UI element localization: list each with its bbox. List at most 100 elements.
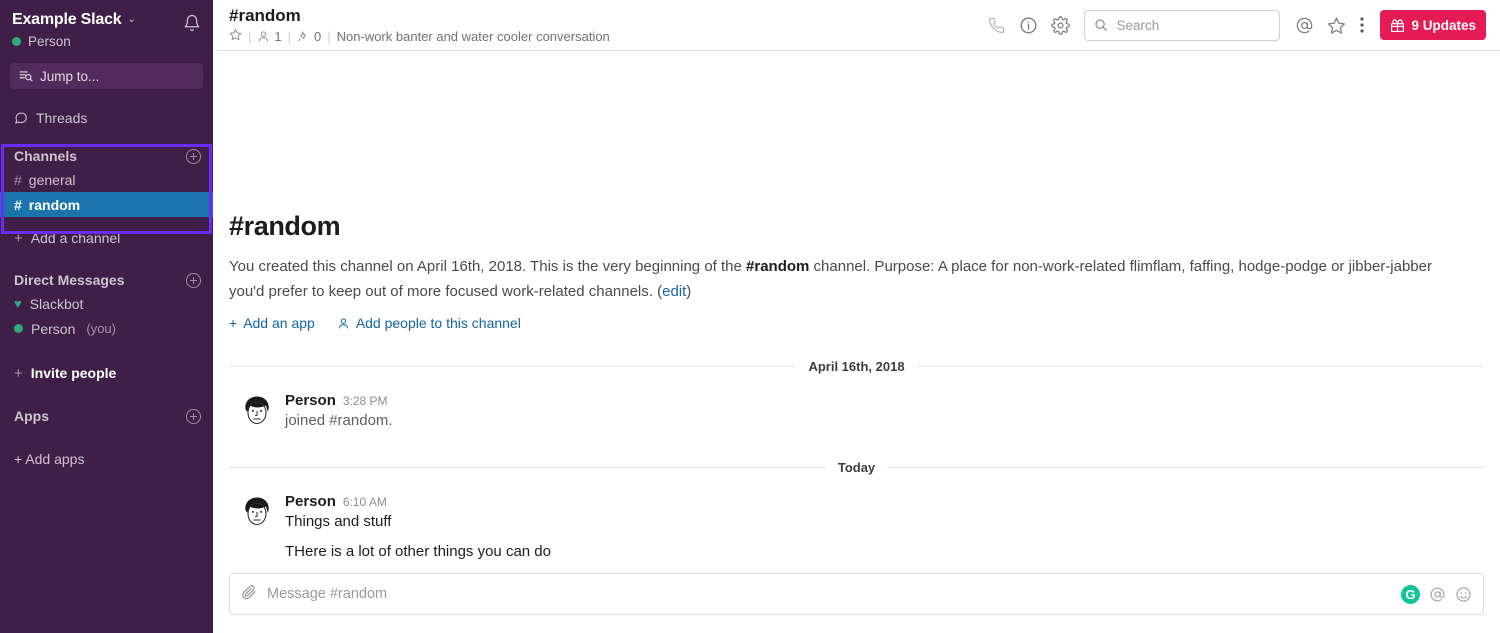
channel-topic[interactable]: Non-work banter and water cooler convers… bbox=[337, 29, 610, 44]
channel-intro-title: #random bbox=[229, 211, 341, 241]
message-row[interactable]: Person 3:28 PM joined #random. bbox=[229, 390, 1484, 432]
mentions-at-icon[interactable] bbox=[1288, 9, 1320, 41]
search-input[interactable]: Search bbox=[1084, 9, 1281, 41]
channel-intro: #random You created this channel on Apri… bbox=[229, 211, 1484, 331]
add-people-label: Add people to this channel bbox=[355, 315, 521, 331]
updates-button[interactable]: 9 Updates bbox=[1380, 10, 1486, 40]
date-divider-today: Today bbox=[229, 460, 1485, 475]
attachment-paperclip-icon[interactable] bbox=[241, 584, 257, 605]
dm-section-header[interactable]: Direct Messages bbox=[0, 269, 213, 291]
current-user-name: Person bbox=[28, 34, 71, 49]
main-content: #random | 1 | 0 | Non-work banter and wa… bbox=[213, 0, 1500, 633]
add-people-link[interactable]: Add people to this channel bbox=[337, 315, 521, 331]
add-channel-plus-icon[interactable] bbox=[186, 148, 201, 164]
chevron-down-icon[interactable]: ⌄ bbox=[127, 10, 135, 30]
call-phone-icon[interactable] bbox=[980, 9, 1012, 41]
channel-name: general bbox=[28, 171, 76, 188]
gear-settings-icon[interactable] bbox=[1044, 9, 1076, 41]
pin-count: 0 bbox=[314, 28, 322, 44]
date-divider-label: Today bbox=[837, 460, 876, 475]
message-composer[interactable]: Message #random G bbox=[229, 573, 1484, 615]
add-dm-plus-icon[interactable] bbox=[186, 272, 201, 288]
person-icon bbox=[259, 30, 269, 41]
apps-section: Apps + Add apps bbox=[0, 405, 213, 470]
threads-bubble-icon bbox=[14, 112, 27, 124]
header-separator: | bbox=[287, 28, 292, 44]
composer-area: Message #random G bbox=[213, 563, 1500, 633]
message-timestamp: 3:28 PM bbox=[342, 394, 388, 408]
channel-header: #random | 1 | 0 | Non-work banter and wa… bbox=[213, 0, 1500, 51]
more-options-kebab-icon[interactable] bbox=[1352, 9, 1372, 41]
slackbot-heart-icon: ♥ bbox=[14, 296, 22, 311]
dm-you-tag: (you) bbox=[86, 321, 116, 336]
direct-messages-section: Direct Messages ♥ Slackbot Person (you) bbox=[0, 269, 213, 341]
invite-people-label: Invite people bbox=[30, 365, 117, 381]
date-divider-label: April 16th, 2018 bbox=[808, 359, 905, 374]
notifications-bell-icon[interactable] bbox=[183, 14, 201, 37]
channel-header-title: #random bbox=[229, 6, 301, 25]
intro-text-3: ) bbox=[686, 283, 692, 300]
dm-name: Person bbox=[31, 320, 76, 337]
mention-at-icon[interactable] bbox=[1429, 586, 1446, 603]
workspace-header[interactable]: Example Slack ⌄ Person bbox=[0, 4, 213, 49]
plus-icon: + bbox=[229, 315, 238, 331]
message-text: joined #random. bbox=[285, 412, 393, 429]
avatar[interactable] bbox=[239, 392, 275, 428]
grammarly-icon[interactable]: G bbox=[1401, 584, 1420, 604]
jump-to-search[interactable]: Jump to... bbox=[10, 63, 203, 89]
sidebar-item-dm-slackbot[interactable]: ♥ Slackbot bbox=[0, 291, 213, 316]
plus-icon: + bbox=[14, 364, 23, 382]
apps-title: Apps bbox=[14, 408, 49, 424]
sidebar: Example Slack ⌄ Person Jump to... Thread… bbox=[0, 0, 213, 633]
emoji-icon[interactable] bbox=[1455, 586, 1472, 603]
channel-name: random bbox=[28, 196, 81, 213]
person-add-icon bbox=[338, 317, 348, 328]
avatar[interactable] bbox=[239, 493, 275, 529]
add-an-app-link[interactable]: + Add an app bbox=[229, 315, 315, 331]
pin-icon bbox=[297, 30, 307, 42]
sidebar-item-channel-random[interactable]: # random bbox=[0, 192, 213, 217]
message-author[interactable]: Person bbox=[285, 392, 336, 409]
plus-icon: + bbox=[14, 229, 23, 247]
apps-section-header[interactable]: Apps bbox=[0, 405, 213, 427]
message-list[interactable]: #random You created this channel on Apri… bbox=[213, 51, 1500, 563]
channels-section-header[interactable]: Channels bbox=[0, 145, 213, 167]
channel-info-icon[interactable] bbox=[1012, 9, 1044, 41]
intro-channel-mention[interactable]: #random bbox=[746, 258, 809, 275]
search-icon bbox=[1095, 19, 1108, 31]
hash-icon: # bbox=[14, 196, 22, 213]
divider-line bbox=[916, 366, 1485, 367]
workspace-name[interactable]: Example Slack bbox=[12, 10, 122, 30]
starred-items-icon[interactable] bbox=[1320, 9, 1352, 41]
updates-label: 9 Updates bbox=[1411, 17, 1476, 33]
pin-count-group[interactable]: 0 bbox=[297, 29, 321, 44]
add-a-channel-button[interactable]: + Add a channel bbox=[0, 227, 213, 249]
sidebar-item-channel-general[interactable]: # general bbox=[0, 167, 213, 192]
divider-line bbox=[229, 467, 826, 468]
channel-intro-body: You created this channel on April 16th, … bbox=[229, 254, 1441, 304]
invite-people-button[interactable]: + Invite people bbox=[0, 362, 213, 384]
add-an-app-label: Add an app bbox=[243, 315, 315, 331]
sidebar-item-threads[interactable]: Threads bbox=[0, 107, 213, 129]
hash-icon: # bbox=[14, 171, 22, 188]
member-count-group[interactable]: 1 bbox=[257, 28, 282, 44]
message-input-placeholder[interactable]: Message #random bbox=[267, 586, 387, 602]
divider-line bbox=[887, 467, 1485, 468]
channels-section: Channels # general # random + Add a chan… bbox=[0, 145, 213, 249]
member-count: 1 bbox=[274, 28, 282, 44]
message-row[interactable]: Person 6:10 AM Things and stuff THere is… bbox=[229, 491, 1484, 563]
presence-online-icon bbox=[14, 324, 23, 333]
add-apps-button[interactable]: + Add apps bbox=[0, 448, 213, 470]
sidebar-item-dm-person[interactable]: Person (you) bbox=[0, 316, 213, 341]
message-text: Things and stuff bbox=[285, 513, 392, 530]
message-author[interactable]: Person bbox=[285, 493, 336, 510]
dm-title: Direct Messages bbox=[14, 272, 125, 288]
add-app-plus-icon[interactable] bbox=[186, 408, 201, 424]
jump-to-label: Jump to... bbox=[40, 68, 100, 84]
dm-name: Slackbot bbox=[29, 295, 84, 312]
message-timestamp: 6:10 AM bbox=[342, 495, 387, 509]
edit-purpose-link[interactable]: edit bbox=[662, 283, 686, 300]
threads-label: Threads bbox=[36, 110, 88, 126]
search-placeholder: Search bbox=[1116, 17, 1160, 33]
star-channel-icon[interactable] bbox=[229, 28, 242, 44]
